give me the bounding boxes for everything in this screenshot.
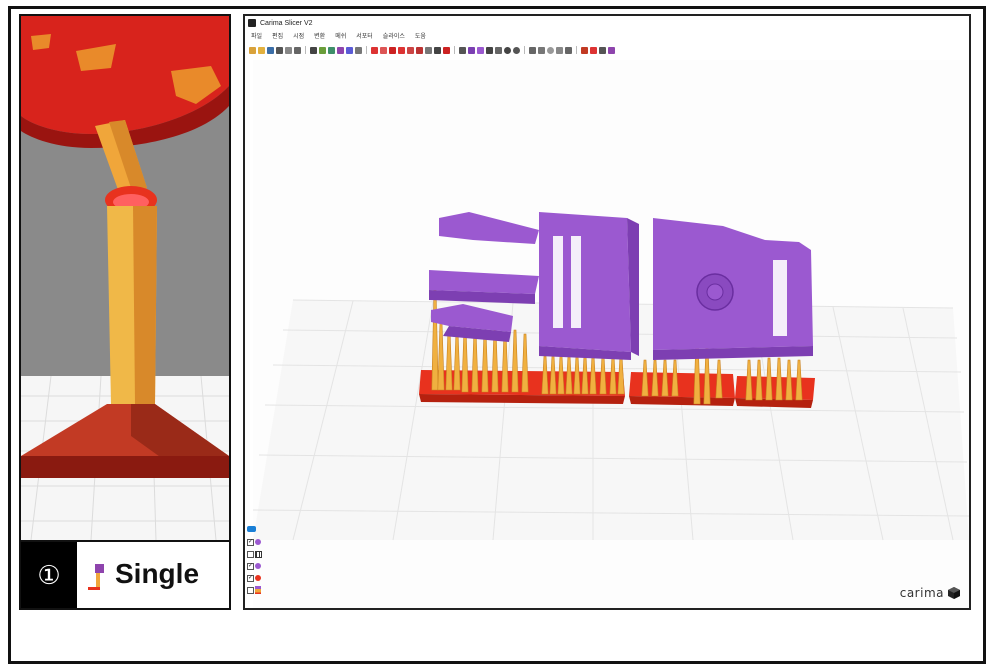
brand-text: carima: [899, 586, 944, 600]
checkbox[interactable]: [247, 586, 254, 594]
list-item[interactable]: ✓: [247, 560, 267, 572]
support-closeup-view: [21, 16, 229, 540]
checkbox[interactable]: ✓: [247, 562, 254, 570]
toolbar: [249, 44, 615, 56]
mirror-icon[interactable]: [425, 46, 432, 54]
checkbox[interactable]: ✓: [247, 538, 254, 546]
cube-logo-icon: [948, 587, 960, 599]
red-dot-icon: [255, 575, 261, 581]
layout-icon[interactable]: [443, 46, 450, 54]
ruler-icon[interactable]: [565, 46, 572, 54]
cut-icon[interactable]: [459, 46, 466, 54]
zoom-detail-panel: ① Single: [19, 14, 231, 610]
caption-label: Single: [115, 558, 200, 589]
support-icon: [255, 586, 261, 594]
cone-icon[interactable]: [529, 46, 536, 54]
view-iso-icon[interactable]: [337, 46, 344, 54]
panel-tab-icon[interactable]: [247, 526, 256, 532]
circle-icon[interactable]: [504, 46, 511, 54]
single-support-icon: [85, 562, 109, 594]
rotate-icon[interactable]: [407, 46, 414, 54]
print-icon[interactable]: [276, 46, 283, 54]
scene-svg: [253, 212, 969, 541]
toolbar-separator: [524, 46, 525, 54]
menu-file[interactable]: 파일: [251, 31, 262, 43]
open-file-icon[interactable]: [258, 46, 265, 54]
title-bar: Carima Slicer V2: [245, 16, 969, 30]
single-support-icon[interactable]: [581, 46, 588, 54]
menu-edit[interactable]: 편집: [272, 31, 283, 43]
cylinder-icon[interactable]: [538, 46, 545, 54]
app-logo-icon: [248, 19, 256, 27]
support-point-icon[interactable]: [371, 46, 378, 54]
grid-icon[interactable]: [486, 46, 493, 54]
menu-slice[interactable]: 슬라이스: [383, 31, 405, 43]
toolbar-separator: [576, 46, 577, 54]
grid-icon: [255, 550, 262, 558]
view-bottom-icon[interactable]: [346, 46, 353, 54]
hollow-icon[interactable]: [468, 46, 475, 54]
menu-bar: 파일 편집 시점 변환 메쉬 서포터 슬라이스 도움: [251, 31, 426, 43]
drain-icon[interactable]: [477, 46, 484, 54]
view-front-icon[interactable]: [310, 46, 317, 54]
arrow-icon[interactable]: [556, 46, 563, 54]
view-top-icon[interactable]: [319, 46, 326, 54]
toolbar-separator: [366, 46, 367, 54]
brand-logo: carima: [900, 586, 961, 600]
slice-icon[interactable]: [599, 46, 606, 54]
list-item[interactable]: ✓: [247, 572, 267, 584]
list-item[interactable]: [247, 584, 267, 596]
support-tree-icon[interactable]: [389, 46, 396, 54]
menu-help[interactable]: 도움: [415, 31, 426, 43]
menu-transform[interactable]: 변환: [314, 31, 325, 43]
purple-dot-icon: [255, 563, 261, 569]
menu-support[interactable]: 서포터: [356, 31, 373, 43]
measure-icon[interactable]: [495, 46, 502, 54]
undo-icon[interactable]: [285, 46, 292, 54]
support-line-icon[interactable]: [380, 46, 387, 54]
scale-icon[interactable]: [416, 46, 423, 54]
checkbox[interactable]: [247, 550, 254, 558]
app-title: Carima Slicer V2: [260, 19, 313, 27]
slicer-app-window: Carima Slicer V2 파일 편집 시점 변환 메쉬 서포터 슬라이스…: [243, 14, 971, 610]
list-item[interactable]: ✓: [247, 536, 267, 548]
toolbar-separator: [454, 46, 455, 54]
move-icon[interactable]: [398, 46, 405, 54]
caption-bar: ① Single: [21, 540, 229, 608]
checkbox[interactable]: ✓: [247, 574, 254, 582]
list-item[interactable]: [247, 548, 267, 560]
export-icon[interactable]: [608, 46, 615, 54]
3d-viewport[interactable]: [253, 60, 969, 608]
view-persp-icon[interactable]: [355, 46, 362, 54]
view-side-icon[interactable]: [328, 46, 335, 54]
redo-icon[interactable]: [294, 46, 301, 54]
object-list: ✓ ✓ ✓: [247, 526, 267, 596]
sphere-icon[interactable]: [513, 46, 520, 54]
new-file-icon[interactable]: [249, 46, 256, 54]
caption-number: ①: [21, 542, 77, 608]
center-icon[interactable]: [434, 46, 441, 54]
toolbar-separator: [305, 46, 306, 54]
menu-view[interactable]: 시점: [293, 31, 304, 43]
ring-icon[interactable]: [547, 46, 554, 54]
save-icon[interactable]: [267, 46, 274, 54]
purple-dot-icon: [255, 539, 261, 545]
menu-mesh[interactable]: 메쉬: [335, 31, 346, 43]
support-settings-icon[interactable]: [590, 46, 597, 54]
